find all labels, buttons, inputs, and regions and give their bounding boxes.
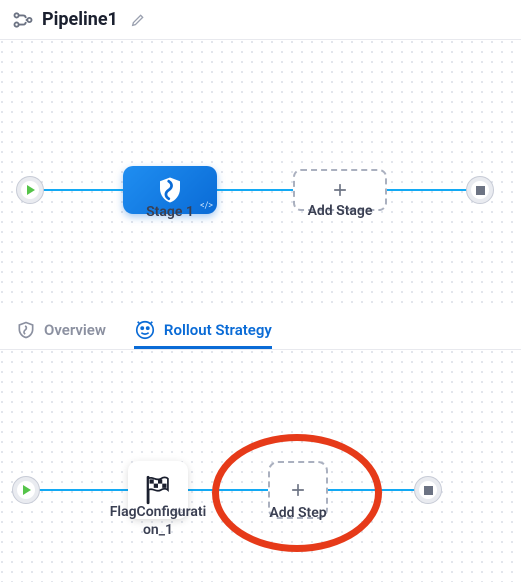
overview-icon (16, 320, 36, 340)
tab-label: Rollout Strategy (164, 321, 272, 339)
edit-title-button[interactable] (130, 12, 146, 28)
pipeline-start-node[interactable] (16, 176, 44, 204)
step-label: FlagConfiguration_1 (108, 503, 208, 539)
checkered-flag-icon (141, 473, 175, 507)
connector-line (40, 189, 126, 191)
stop-icon (476, 186, 485, 195)
stage-node[interactable]: </> Stage 1 (123, 166, 217, 214)
stage-label: Stage 1 (146, 204, 194, 220)
page-title: Pipeline1 (42, 9, 118, 30)
code-badge-icon: </> (200, 201, 213, 211)
page-header: Pipeline1 (0, 0, 521, 40)
step-node-flag-configuration[interactable]: </> FlagConfiguration_1 (128, 461, 188, 519)
add-step-label: Add Step (269, 505, 326, 521)
rollout-strategy-icon (134, 319, 156, 341)
tab-overview[interactable]: Overview (16, 310, 106, 349)
play-icon (23, 485, 31, 495)
steps-canvas[interactable]: </> FlagConfiguration_1 Add Step (0, 350, 521, 582)
add-step-button[interactable]: Add Step (268, 461, 328, 519)
tab-rollout-strategy[interactable]: Rollout Strategy (134, 310, 272, 349)
steps-end-node[interactable] (414, 476, 442, 504)
plus-icon (288, 480, 308, 500)
stages-canvas[interactable]: </> Stage 1 Add Stage (0, 40, 521, 310)
stage-tabs: Overview Rollout Strategy (0, 310, 521, 350)
play-icon (27, 185, 35, 195)
plus-icon (330, 180, 350, 200)
pipeline-end-node[interactable] (466, 176, 494, 204)
connector-line (384, 189, 474, 191)
connector-line (36, 489, 130, 491)
steps-start-node[interactable] (12, 476, 40, 504)
connector-line (214, 189, 294, 191)
add-stage-button[interactable]: Add Stage (293, 169, 387, 211)
connector-line (328, 489, 418, 491)
pipeline-icon (12, 9, 34, 31)
add-stage-label: Add Stage (308, 203, 373, 219)
feature-flags-icon (155, 175, 185, 205)
stop-icon (424, 486, 433, 495)
tab-label: Overview (44, 321, 106, 339)
connector-line (184, 489, 270, 491)
